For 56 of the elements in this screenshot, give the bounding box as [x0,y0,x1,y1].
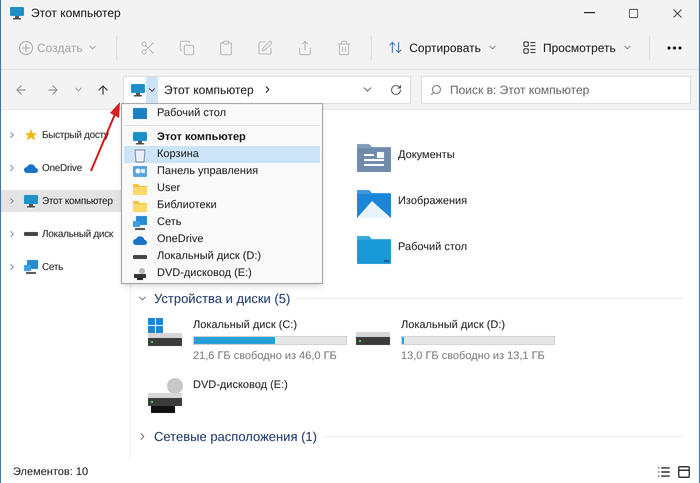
refresh-icon [390,84,402,96]
plus-icon [19,40,33,54]
section-header[interactable]: Устройства и диски (5) [154,289,290,308]
network-icon [23,259,39,275]
sort-button[interactable]: Сортировать [380,32,506,62]
recycle-bin-icon [133,146,147,162]
pictures-folder-icon [356,189,392,219]
details-view-icon [657,465,671,479]
address-path: Этот компьютер [164,82,254,98]
folder-icon [132,182,148,196]
window-title: Этот компьютер [31,5,121,22]
drive-label[interactable]: DVD-дисковод (E:) [193,376,288,393]
sort-icon [388,40,404,55]
forward-icon [46,82,60,96]
folder-label[interactable]: Изображения [398,193,468,210]
star-icon [24,128,38,142]
folder-icon [132,198,148,212]
free-space-text: 21,6 ГБ свободно из 46,0 ГБ [193,349,338,364]
cloud-icon [23,162,39,174]
drive-label[interactable]: Локальный диск (D:) [401,316,555,333]
control-panel-icon [132,164,148,178]
desktop-folder-icon [356,235,392,265]
folder-label[interactable]: Документы [398,147,455,164]
menu-item[interactable]: Рабочий стол [124,105,320,122]
desktop-icon [132,106,148,120]
search-icon [430,84,442,96]
address-bar[interactable]: Этот компьютер [123,76,411,104]
location-dropdown-button[interactable] [146,76,158,102]
up-icon [96,82,110,96]
maximize-icon [628,8,638,18]
monitor-icon [9,5,25,21]
tiles-view-icon [677,465,691,479]
dvd-drive-icon [147,376,183,412]
monitor-icon [23,193,39,209]
search-field[interactable]: Поиск в: Этот компьютер [421,76,691,104]
back-icon [14,82,28,96]
status-text: Элементов: 10 [13,464,88,480]
cloud-icon [132,234,148,246]
menu-item[interactable]: Этот компьютер [124,129,320,146]
menu-item[interactable]: Корзина [124,146,320,163]
layout-icon [522,40,537,55]
drive-label[interactable]: Локальный диск (C:) [193,316,347,333]
monitor-icon [130,82,146,98]
folder-label[interactable]: Рабочий стол [398,239,468,256]
drive-icon [23,231,39,237]
drive-icon [132,254,148,260]
dvd-drive-icon [132,266,148,280]
network-icon [132,214,148,230]
drive-icon [355,332,391,346]
section-header[interactable]: Сетевые расположения (1) [154,426,317,446]
view-button[interactable]: Просмотреть [514,32,641,62]
free-space-text: 13,0 ГБ свободно из 13,1 ГБ [401,349,546,364]
more-icon [666,46,682,50]
minimize-icon [584,12,594,14]
documents-folder-icon [356,143,392,173]
monitor-icon [132,130,148,146]
